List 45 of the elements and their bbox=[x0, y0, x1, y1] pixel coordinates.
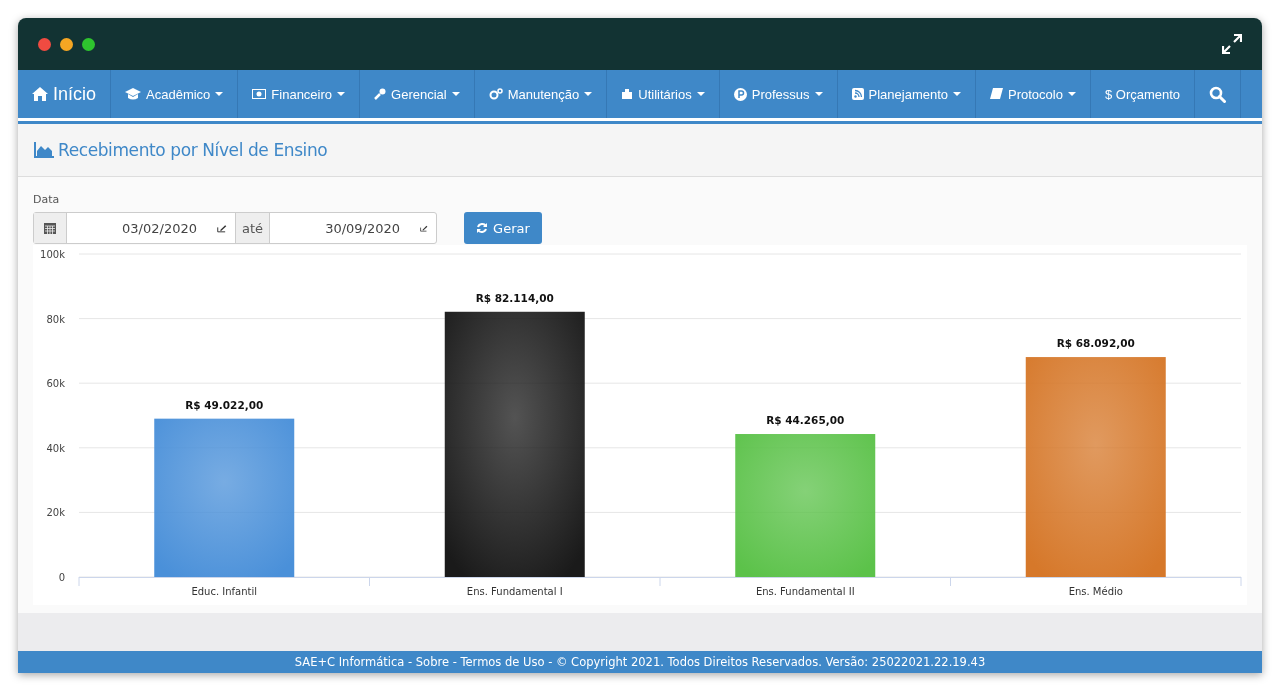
calendar-icon bbox=[44, 222, 56, 234]
footer-text: SAE+C Informática - Sobre - Termos de Uso - © Copyright 2021. Todos Direitos Reservados. Versão: 25022021.22.19.43 bbox=[18, 651, 1262, 673]
area-chart-icon bbox=[34, 142, 54, 158]
x-axis-label: Ens. Fundamental II bbox=[755, 586, 855, 597]
y-axis-label: 100k bbox=[40, 249, 65, 260]
until-label: até bbox=[235, 213, 271, 243]
gears-icon bbox=[488, 88, 503, 100]
expand-icon[interactable] bbox=[1222, 34, 1242, 54]
caret-icon bbox=[814, 92, 823, 96]
caret-icon bbox=[1067, 92, 1076, 96]
y-axis-label: 40k bbox=[46, 442, 65, 454]
x-axis-label: Ens. Médio bbox=[1068, 586, 1123, 597]
caret-icon bbox=[451, 92, 460, 96]
home-icon bbox=[32, 87, 48, 101]
refresh-icon bbox=[476, 222, 489, 234]
wrench-icon bbox=[374, 88, 387, 100]
date-label: Data bbox=[33, 193, 61, 206]
close-button[interactable] bbox=[38, 37, 51, 51]
caret-icon bbox=[215, 92, 224, 96]
caret-icon bbox=[584, 92, 593, 96]
value-label: R$ 44.265,00 bbox=[766, 414, 845, 426]
search-icon bbox=[1209, 85, 1227, 103]
maximize-button[interactable] bbox=[82, 37, 95, 51]
y-axis-label: 0 bbox=[58, 572, 65, 583]
end-date-field[interactable]: 30/09/2020 bbox=[270, 220, 401, 236]
minimize-button[interactable] bbox=[60, 37, 73, 51]
value-label: R$ 49.022,00 bbox=[185, 398, 264, 411]
caret-icon bbox=[337, 92, 346, 96]
rss-icon bbox=[851, 88, 864, 100]
start-date-field[interactable]: 03/02/2020 bbox=[67, 220, 197, 236]
caret-icon bbox=[696, 92, 705, 96]
y-axis-label: 80k bbox=[46, 313, 65, 325]
generate-button[interactable]: Gerar bbox=[464, 212, 542, 244]
x-axis-label: Ens. Fundamental I bbox=[466, 586, 563, 597]
p-circle-icon bbox=[733, 87, 747, 101]
banknote-icon bbox=[252, 89, 267, 99]
graduation-cap-icon bbox=[125, 88, 142, 100]
y-axis-label: 60k bbox=[46, 378, 65, 390]
y-axis-label: 20k bbox=[46, 507, 65, 519]
caret-icon bbox=[953, 92, 962, 96]
edit-icon bbox=[217, 222, 227, 234]
value-label: R$ 82.114,00 bbox=[475, 291, 554, 304]
x-axis-label: Educ. Infantil bbox=[191, 586, 258, 597]
page-title: Recebimento por Nível de Ensino bbox=[58, 140, 328, 160]
value-label: R$ 68.092,00 bbox=[1056, 337, 1135, 350]
